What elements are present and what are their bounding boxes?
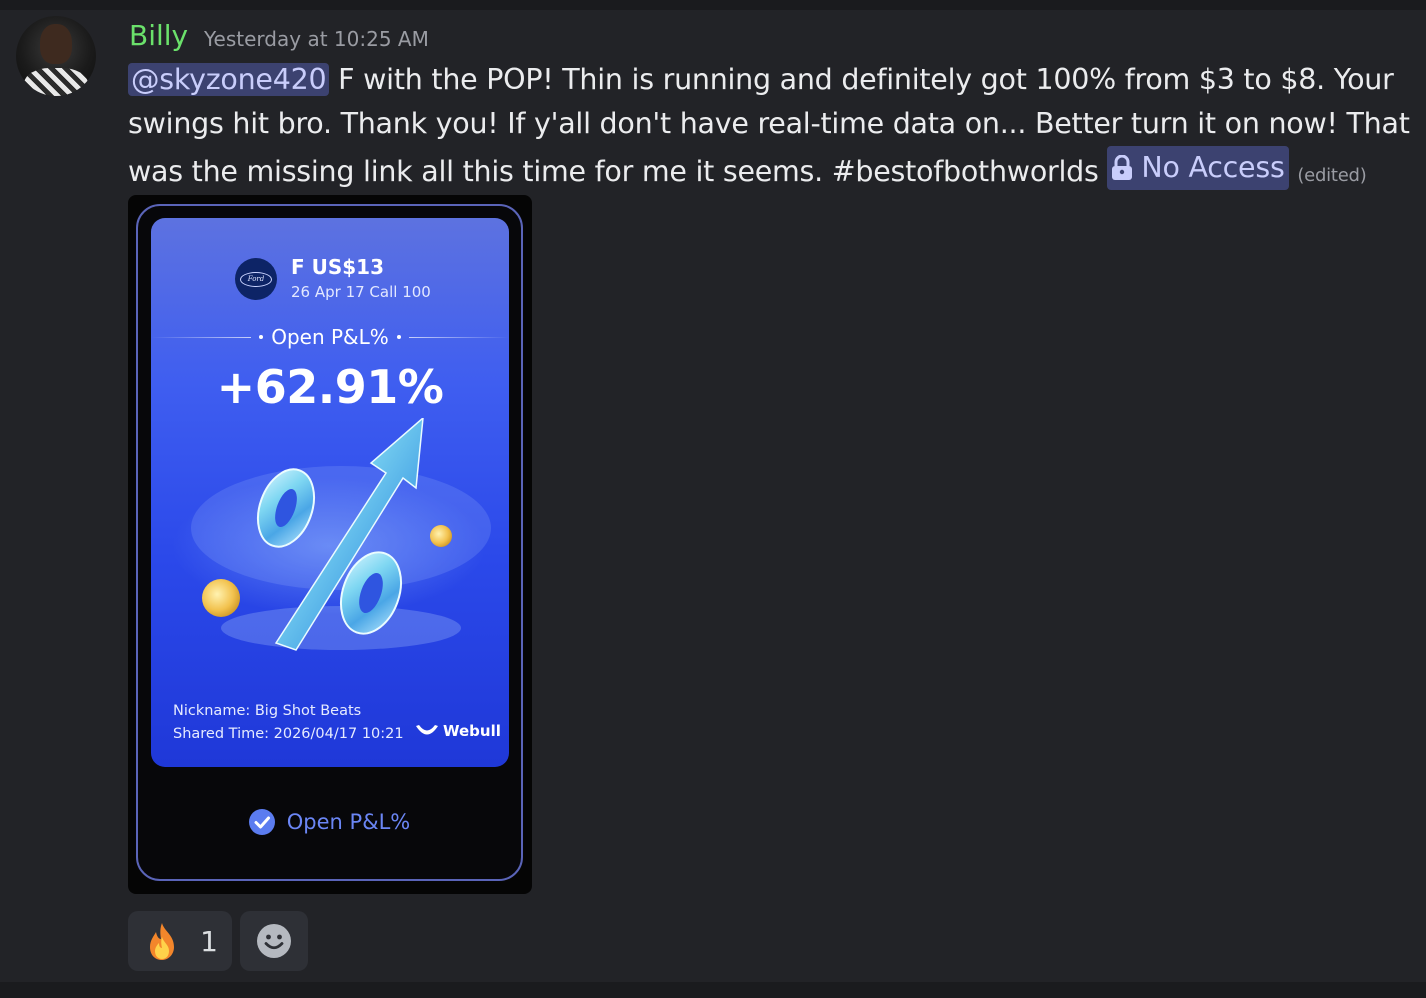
add-reaction-button[interactable] — [240, 911, 308, 971]
avatar[interactable] — [16, 16, 96, 96]
divider-right — [408, 336, 509, 338]
author-name[interactable]: Billy — [129, 18, 188, 54]
top-bar — [0, 0, 1426, 10]
smiley-icon — [257, 924, 291, 958]
webull-brand: Webull — [443, 722, 501, 740]
share-card: Ford F US$13 26 Apr 17 Call 100 Open P&L… — [151, 218, 509, 767]
ford-logo-oval: Ford — [240, 271, 272, 287]
message-content: @skyzone420 F with the POP! Thin is runn… — [128, 58, 1413, 198]
webull-icon — [416, 725, 438, 735]
reaction-fire[interactable]: 1 — [128, 911, 232, 971]
reaction-count: 1 — [200, 924, 218, 958]
nickname-text: Nickname: Big Shot Beats — [173, 703, 362, 719]
fire-icon — [150, 923, 175, 960]
shared-time-text: Shared Time: 2026/04/17 10:21 — [173, 726, 404, 742]
avatar-shirt — [24, 68, 88, 96]
ticker-label: F US$13 — [291, 255, 385, 279]
verified-label: Open P&L% — [286, 810, 411, 834]
webull-logo: Webull — [415, 722, 501, 740]
pl-value: +62.91% — [216, 360, 444, 414]
verified-row: Open P&L% — [138, 809, 521, 835]
dot-left — [259, 335, 264, 339]
ford-logo-icon: Ford — [235, 258, 277, 300]
user-mention[interactable]: @skyzone420 — [128, 63, 330, 96]
channel-link-no-access[interactable]: No Access — [1107, 146, 1289, 190]
contract-label: 26 Apr 17 Call 100 — [291, 283, 431, 301]
image-embed[interactable]: Ford F US$13 26 Apr 17 Call 100 Open P&L… — [128, 195, 532, 894]
edited-marker: (edited) — [1297, 165, 1367, 186]
divider-left — [151, 336, 252, 338]
dot-right — [396, 335, 401, 339]
embed-frame: Ford F US$13 26 Apr 17 Call 100 Open P&L… — [136, 204, 523, 881]
pl-heading: Open P&L% — [151, 324, 509, 350]
check-circle-icon — [248, 809, 275, 835]
bottom-bar — [0, 982, 1426, 998]
pl-label: Open P&L% — [271, 325, 389, 349]
percent-arrow-illustration — [191, 418, 491, 651]
channel-link-label: No Access — [1141, 151, 1285, 184]
lock-icon — [1112, 155, 1133, 180]
avatar-head — [40, 24, 72, 64]
message-timestamp[interactable]: Yesterday at 10:25 AM — [204, 24, 429, 54]
